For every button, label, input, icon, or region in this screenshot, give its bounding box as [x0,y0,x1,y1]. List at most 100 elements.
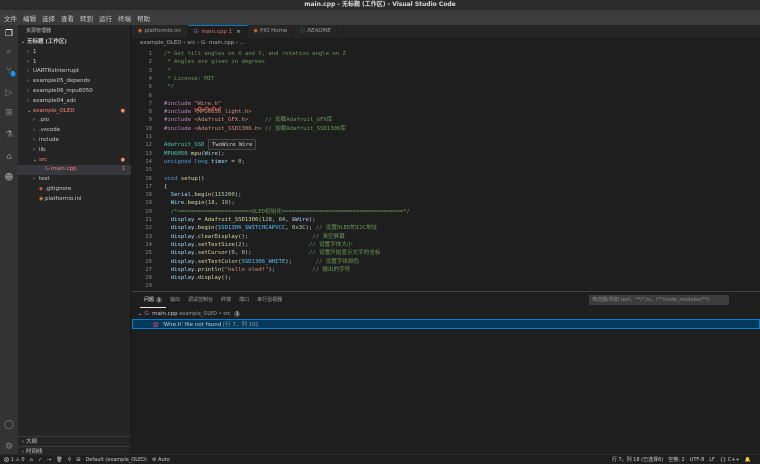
settings-gear-icon[interactable]: ⚙ [2,441,16,453]
code-editor[interactable]: 1 /* Get tilt angles on X and Y, and rota… [132,48,760,291]
tree-item[interactable]: ⌄ 无标题 (工作区) [18,38,131,48]
status-item[interactable]: 空格: 2 [668,457,684,463]
line-number: 6 [148,92,152,99]
tree-item[interactable]: › UARTRxInterrupt [18,67,131,77]
status-item[interactable]: 🔔 [745,457,751,463]
tab-file-icon: G· [193,29,200,35]
code-token: ); [244,250,309,257]
tree-item[interactable]: ⌄ example_OLED ● [18,107,131,117]
explorer-icon[interactable]: ❐ [2,28,16,40]
tree-item[interactable]: › lib [18,146,131,156]
line-number: 23 [145,233,152,240]
problem-file-row[interactable]: ⌄ G· main.cpp example_OLED • src 1 [132,309,760,319]
status-item[interactable]: ⚲ [68,457,72,463]
code-token: ); [305,225,316,232]
search-icon[interactable]: ⌕ [2,46,16,58]
menu-item[interactable]: 文件 [1,13,20,23]
code-line: 28 display.display(); [132,274,760,282]
tree-item[interactable]: › test [18,175,131,185]
run-debug-icon[interactable]: ▷ [2,87,16,99]
status-item[interactable]: ⨂ 1 ⚠ 0 [4,457,25,463]
status-item[interactable]: LF [709,457,715,463]
tree-item[interactable]: › include [18,136,131,146]
code-token: display [170,241,195,248]
tree-item[interactable]: › 1 [18,48,131,58]
status-item[interactable]: {} C++ [720,457,740,463]
tree-item[interactable]: ◉ platformio.ini [18,195,131,205]
panel-tab[interactable]: 问题 1 [140,292,167,308]
code-token: ); [234,192,242,199]
code-text: unsigned long timer = 0; [164,158,245,166]
menu-item[interactable]: 编辑 [20,13,39,23]
platformio-icon[interactable]: ☻ [2,172,16,184]
code-token: SSD1306_WHITE [241,258,286,265]
code-token: () [197,175,205,182]
tree-item[interactable]: › .vscode [18,126,131,136]
code-text: #include <MPU6050_light.h> [164,108,252,116]
close-icon[interactable]: × [236,29,241,35]
tab-main-cpp[interactable]: G· main.cpp 1 × [187,25,248,38]
tree-item[interactable]: › example05_depends [18,77,131,87]
problems-filter-input[interactable]: 筛选器(例如 text、**/*.ts、!**/node_modules/**) [589,295,729,305]
menu-item[interactable]: 选择 [39,13,58,23]
tree-item[interactable]: › example04_adc [18,97,131,107]
code-line: 18 Serial.begin(115200); [132,191,760,199]
code-text: display.setTextSize(2); // 设置字体大小 [164,241,353,249]
status-item[interactable]: 行 7，列 18 (已选择6) [612,457,663,463]
status-item[interactable]: ⊞ [76,457,80,463]
line-number: 16 [145,175,152,182]
line-number: 10 [145,125,152,132]
panel-tab[interactable]: 输出 [166,292,184,308]
code-token: <MPU6050_light.h> [194,109,252,116]
menu-item[interactable]: 帮助 [134,13,153,23]
tree-item[interactable]: › .pio [18,116,131,126]
code-line: 10 #include <Adafruit_SSD1306.h> // 加载Ada… [132,125,760,133]
extensions-icon[interactable]: ⊞ [2,107,16,119]
testing-icon[interactable]: ⚗ [2,129,16,141]
menu-item[interactable]: 终端 [115,13,134,23]
status-item[interactable]: → [47,457,51,463]
tree-item[interactable]: ⌄ src ● [18,156,131,166]
code-token: begin [197,225,215,232]
tab-platformio-ini[interactable]: ◉ platformio.ini [132,25,188,38]
source-control-icon[interactable]: ⑂ 1 [2,65,16,77]
status-item[interactable]: 🗑 [56,457,62,463]
tree-item[interactable]: › example06_mpu6050 [18,87,131,97]
menu-item[interactable]: 运行 [96,13,115,23]
tree-item[interactable]: G·main.cpp 1 [18,165,131,175]
menu-item[interactable]: 查看 [58,13,77,23]
menu-item[interactable]: 转到 [77,13,96,23]
line-number: 12 [145,142,152,149]
code-text: display.setTextColor(SSD1306_WHITE); // … [164,258,360,266]
remote-icon[interactable]: ⌂ [2,151,16,163]
status-item[interactable]: UTF-8 [690,457,705,463]
problem-item[interactable]: ⨂ 'Wire.h' file not found [行 7，列 10] [132,319,760,329]
account-icon[interactable]: ◯ [2,419,16,431]
status-item[interactable]: ⚙ Auto [152,457,170,463]
panel-tab[interactable]: 端口 [235,292,253,308]
code-token: */ [164,84,175,91]
panel-tab-label: 问题 [144,297,155,303]
outline-section[interactable]: › 大纲 [18,436,131,446]
tab-pio[interactable]: ◉ PIO Home [248,25,295,38]
breadcrumb[interactable]: example_OLED › src › G· main.cpp › ... [132,38,760,48]
code-token: MPU6050 [164,150,188,157]
panel-tab[interactable]: 串行监视器 [253,292,286,308]
tab-readme[interactable]: ⓘ README [294,25,338,38]
tree-item-label: src [39,156,48,163]
line-number: 28 [145,275,152,282]
panel-tab[interactable]: 终端 [217,292,235,308]
status-item[interactable]: Default (example_OLED) [85,457,147,463]
tree-item[interactable]: ◆ .gitignore [18,185,131,195]
status-item[interactable]: ✓ [38,457,42,463]
code-token: 18 [207,200,215,207]
status-item[interactable]: ⌂ [30,457,33,463]
code-token: #include [164,109,195,116]
panel-tab[interactable]: 调试控制台 [184,292,217,308]
code-text: void setup() [164,175,204,183]
code-token: #include [164,100,195,107]
tree-item[interactable]: › 1 [18,58,131,68]
modified-indicator: ● [120,156,125,163]
